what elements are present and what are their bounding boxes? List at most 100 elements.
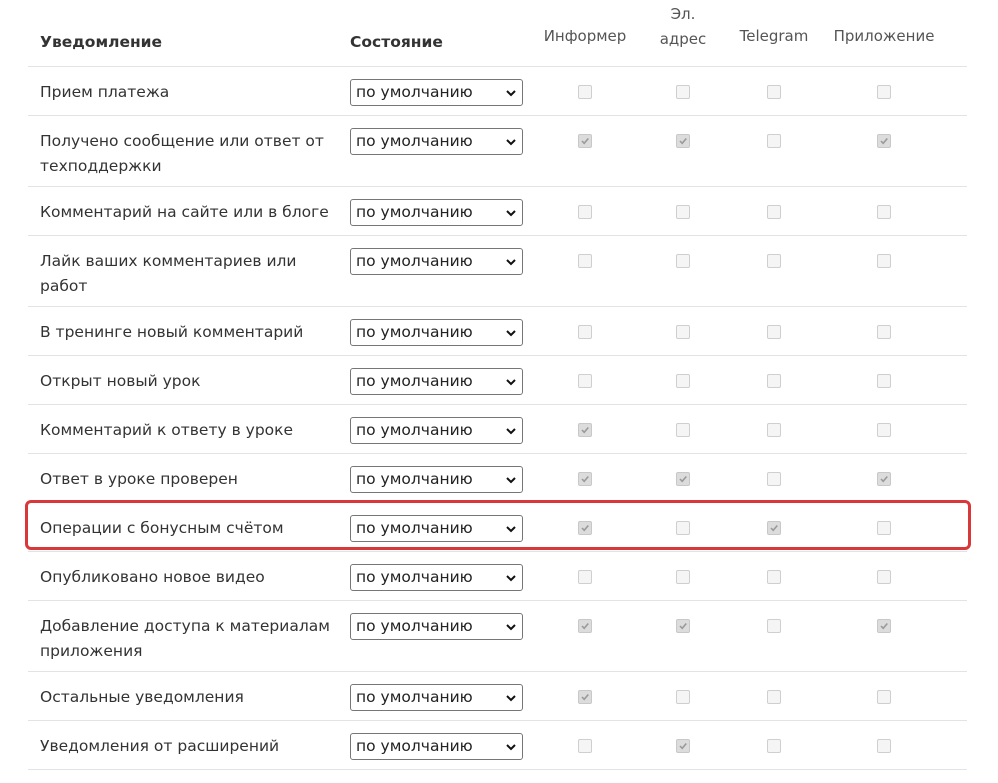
app-checkbox[interactable] <box>877 472 891 486</box>
state-select[interactable]: по умолчанию <box>350 79 523 106</box>
telegram-checkbox[interactable] <box>767 374 781 388</box>
email-checkbox[interactable] <box>676 690 690 704</box>
state-select[interactable]: по умолчанию <box>350 733 523 760</box>
notification-label: Получено сообщение или ответ от техподде… <box>40 132 324 175</box>
informer-checkbox[interactable] <box>578 472 592 486</box>
email-checkbox[interactable] <box>676 423 690 437</box>
notification-label: Уведомления от расширений <box>40 737 280 755</box>
email-checkbox[interactable] <box>676 254 690 268</box>
state-select-value: по умолчанию <box>356 519 473 537</box>
email-checkbox[interactable] <box>676 85 690 99</box>
state-select[interactable]: по умолчанию <box>350 199 523 226</box>
telegram-checkbox[interactable] <box>767 254 781 268</box>
informer-checkbox[interactable] <box>578 570 592 584</box>
telegram-checkbox[interactable] <box>767 423 781 437</box>
informer-checkbox[interactable] <box>578 423 592 437</box>
telegram-checkbox[interactable] <box>767 134 781 148</box>
email-checkbox[interactable] <box>676 570 690 584</box>
state-select[interactable]: по умолчанию <box>350 466 523 493</box>
checkmark-icon <box>679 742 687 750</box>
app-checkbox[interactable] <box>877 570 891 584</box>
app-checkbox[interactable] <box>877 134 891 148</box>
app-checkbox[interactable] <box>877 521 891 535</box>
state-select[interactable]: по умолчанию <box>350 417 523 444</box>
checkmark-icon <box>581 693 589 701</box>
telegram-checkbox[interactable] <box>767 619 781 633</box>
chevron-down-icon <box>506 330 516 337</box>
notification-label: Остальные уведомления <box>40 688 244 706</box>
email-checkbox[interactable] <box>676 521 690 535</box>
state-select[interactable]: по умолчанию <box>350 368 523 395</box>
email-checkbox[interactable] <box>676 325 690 339</box>
state-select-value: по умолчанию <box>356 252 473 270</box>
informer-checkbox[interactable] <box>578 134 592 148</box>
informer-checkbox[interactable] <box>578 205 592 219</box>
state-select[interactable]: по умолчанию <box>350 564 523 591</box>
informer-checkbox[interactable] <box>578 85 592 99</box>
telegram-checkbox[interactable] <box>767 739 781 753</box>
informer-checkbox[interactable] <box>578 690 592 704</box>
state-select[interactable]: по умолчанию <box>350 684 523 711</box>
app-checkbox[interactable] <box>877 690 891 704</box>
app-checkbox[interactable] <box>877 205 891 219</box>
chevron-down-icon <box>506 624 516 631</box>
app-checkbox[interactable] <box>877 325 891 339</box>
header-informer: Информер <box>543 27 627 45</box>
notification-label: Операции с бонусным счётом <box>40 519 284 537</box>
chevron-down-icon <box>506 139 516 146</box>
chevron-down-icon <box>506 695 516 702</box>
telegram-checkbox[interactable] <box>767 205 781 219</box>
notification-label: В тренинге новый комментарий <box>40 323 304 341</box>
informer-checkbox[interactable] <box>578 521 592 535</box>
email-checkbox[interactable] <box>676 619 690 633</box>
app-checkbox[interactable] <box>877 85 891 99</box>
state-select[interactable]: по умолчанию <box>350 515 523 542</box>
telegram-checkbox[interactable] <box>767 325 781 339</box>
notification-label: Ответ в уроке проверен <box>40 470 238 488</box>
informer-checkbox[interactable] <box>578 619 592 633</box>
state-select-value: по умолчанию <box>356 568 473 586</box>
notification-label: Прием платежа <box>40 83 170 101</box>
app-checkbox[interactable] <box>877 423 891 437</box>
telegram-checkbox[interactable] <box>767 690 781 704</box>
app-checkbox[interactable] <box>877 619 891 633</box>
app-checkbox[interactable] <box>877 254 891 268</box>
telegram-checkbox[interactable] <box>767 472 781 486</box>
state-select[interactable]: по умолчанию <box>350 319 523 346</box>
table-row: Остальные уведомления по умолчанию <box>28 672 967 721</box>
header-notification: Уведомление <box>40 33 163 51</box>
table-row: В тренинге новый комментарий по умолчанию <box>28 307 967 356</box>
notification-label: Добавление доступа к материалам приложен… <box>40 617 330 660</box>
email-checkbox[interactable] <box>676 472 690 486</box>
telegram-checkbox[interactable] <box>767 85 781 99</box>
state-select[interactable]: по умолчанию <box>350 248 523 275</box>
table-row: Ответ в уроке проверен по умолчанию <box>28 454 967 503</box>
telegram-checkbox[interactable] <box>767 521 781 535</box>
checkmark-icon <box>880 137 888 145</box>
email-checkbox[interactable] <box>676 739 690 753</box>
state-select[interactable]: по умолчанию <box>350 613 523 640</box>
state-select[interactable]: по умолчанию <box>350 128 523 155</box>
informer-checkbox[interactable] <box>578 325 592 339</box>
chevron-down-icon <box>506 428 516 435</box>
email-checkbox[interactable] <box>676 134 690 148</box>
state-select-value: по умолчанию <box>356 132 473 150</box>
chevron-down-icon <box>506 526 516 533</box>
state-select-value: по умолчанию <box>356 421 473 439</box>
app-checkbox[interactable] <box>877 374 891 388</box>
table-row: Операции с бонусным счётом по умолчанию <box>28 503 967 552</box>
notification-label: Опубликовано новое видео <box>40 568 265 586</box>
email-checkbox[interactable] <box>676 205 690 219</box>
informer-checkbox[interactable] <box>578 374 592 388</box>
informer-checkbox[interactable] <box>578 739 592 753</box>
app-checkbox[interactable] <box>877 739 891 753</box>
header-email: Эл. адрес <box>660 2 707 52</box>
header-email-line1: Эл. <box>670 5 696 23</box>
email-checkbox[interactable] <box>676 374 690 388</box>
informer-checkbox[interactable] <box>578 254 592 268</box>
state-select-value: по умолчанию <box>356 83 473 101</box>
checkmark-icon <box>581 137 589 145</box>
checkmark-icon <box>770 524 778 532</box>
telegram-checkbox[interactable] <box>767 570 781 584</box>
header-state: Состояние <box>350 33 443 51</box>
